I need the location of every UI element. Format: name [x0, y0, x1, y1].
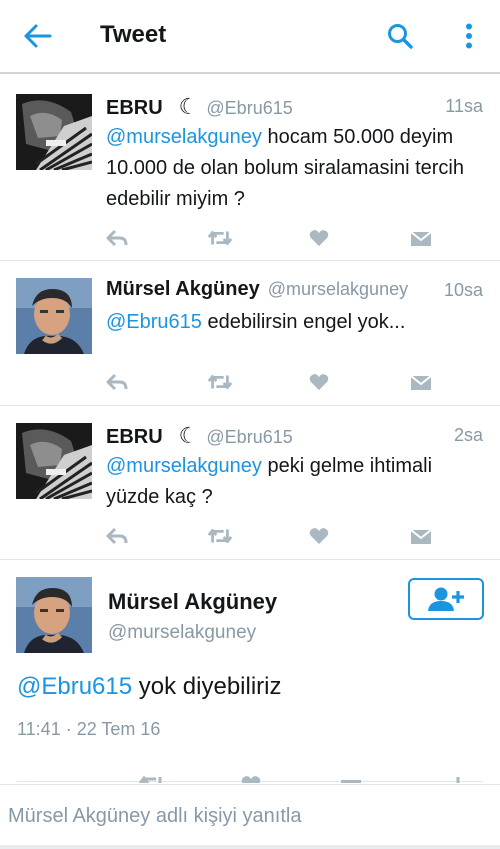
mention-link[interactable]: @Ebru615 [106, 311, 202, 333]
author-handle[interactable]: @Ebru615 [206, 98, 292, 119]
author-name[interactable]: EBRU [106, 426, 163, 449]
overflow-menu-button[interactable] [452, 16, 486, 56]
tweet-header: EBRU ☾ @Ebru615 [106, 94, 293, 122]
reply-icon [106, 527, 128, 545]
avatar[interactable] [16, 278, 92, 354]
tweet-text: @Ebru615 yok diyebiliriz [17, 673, 282, 701]
author-name[interactable]: EBRU [106, 97, 163, 120]
reply-icon [106, 373, 128, 391]
avatar[interactable] [16, 577, 92, 653]
follow-button[interactable] [408, 578, 484, 620]
retweet-icon [207, 529, 233, 543]
tweet-body: edebilirsin engel yok... [201, 311, 406, 333]
reply-icon [106, 229, 128, 247]
add-user-icon [428, 587, 464, 611]
arrow-left-icon [24, 24, 52, 48]
direct-message-button[interactable] [408, 524, 434, 548]
reply-button[interactable] [104, 524, 130, 548]
tweet-text: @murselakguney hocam 50.000 deyim 10.000… [106, 122, 486, 215]
tweet-actions [104, 370, 434, 394]
avatar-photo [16, 577, 92, 653]
mention-link[interactable]: @Ebru615 [17, 673, 132, 700]
focused-tweet: Mürsel Akgüney @murselakguney @Ebru615 y… [0, 561, 500, 783]
author-name[interactable]: Mürsel Akgüney [108, 589, 277, 615]
retweet-icon [207, 231, 233, 245]
thread-tweet[interactable]: EBRU ☾ @Ebru615 11sa @murselakguney hoca… [0, 76, 500, 261]
author-handle[interactable]: @murselakguney [108, 622, 256, 644]
share-icon [456, 777, 460, 783]
retweet-button[interactable] [207, 524, 233, 548]
avatar[interactable] [16, 423, 92, 499]
direct-message-button[interactable] [408, 226, 434, 250]
like-button[interactable] [306, 524, 332, 548]
tweet-text: @murselakguney peki gelme ihtimali yüzde… [106, 451, 486, 513]
more-vertical-icon [466, 23, 472, 49]
top-app-bar: Tweet [0, 0, 500, 74]
retweet-icon [207, 375, 233, 389]
search-icon [388, 24, 413, 49]
heart-icon [309, 374, 329, 390]
envelope-icon [410, 231, 432, 246]
focused-tweet-actions [0, 775, 500, 783]
reply-composer[interactable]: Mürsel Akgüney adlı kişiyi yanıtla [0, 784, 500, 849]
author-handle[interactable]: @murselakguney [268, 279, 408, 300]
search-button[interactable] [380, 16, 420, 56]
tweet-time: 11sa [445, 96, 483, 116]
tweet-time: 10sa [443, 280, 483, 300]
retweet-button[interactable] [207, 226, 233, 250]
thread-tweet[interactable]: EBRU ☾ @Ebru615 2sa @murselakguney peki … [0, 407, 500, 560]
tweet-header: Mürsel Akgüney @murselakguney [106, 278, 408, 306]
reply-input[interactable]: Mürsel Akgüney adlı kişiyi yanıtla [8, 805, 301, 828]
tweet-actions [104, 226, 434, 250]
reply-input-underline [0, 845, 500, 849]
tweet-actions [104, 524, 434, 548]
envelope-icon [341, 780, 361, 783]
tweet-header: EBRU ☾ @Ebru615 [106, 423, 293, 451]
heart-icon [309, 230, 329, 246]
author-name[interactable]: Mürsel Akgüney [106, 278, 260, 301]
tweet-text: @Ebru615 edebilirsin engel yok... [106, 307, 486, 338]
avatar-photo [16, 278, 92, 354]
retweet-icon [138, 775, 162, 783]
direct-message-button[interactable] [408, 370, 434, 394]
mention-link[interactable]: @murselakguney [106, 126, 262, 148]
avatar-photo [16, 94, 92, 170]
tweet-time: 2sa [453, 425, 483, 445]
tweet-timestamp: 11:41 · 22 Tem 16 [17, 719, 161, 739]
retweet-button[interactable] [207, 370, 233, 394]
page-title: Tweet [100, 21, 167, 48]
like-button[interactable] [306, 226, 332, 250]
crescent-moon-icon: ☾ [178, 423, 199, 448]
author-handle[interactable]: @Ebru615 [206, 427, 292, 448]
like-button[interactable] [306, 370, 332, 394]
heart-icon [309, 528, 329, 544]
envelope-icon [410, 375, 432, 390]
avatar-photo [16, 423, 92, 499]
reply-button[interactable] [104, 370, 130, 394]
thread-tweet[interactable]: Mürsel Akgüney @murselakguney 10sa @Ebru… [0, 262, 500, 406]
avatar[interactable] [16, 94, 92, 170]
envelope-icon [410, 529, 432, 544]
back-button[interactable] [18, 18, 58, 54]
crescent-moon-icon: ☾ [178, 94, 199, 119]
reply-button[interactable] [104, 226, 130, 250]
tweet-body: yok diyebiliriz [132, 673, 282, 700]
heart-icon [241, 776, 261, 783]
mention-link[interactable]: @murselakguney [106, 455, 262, 477]
